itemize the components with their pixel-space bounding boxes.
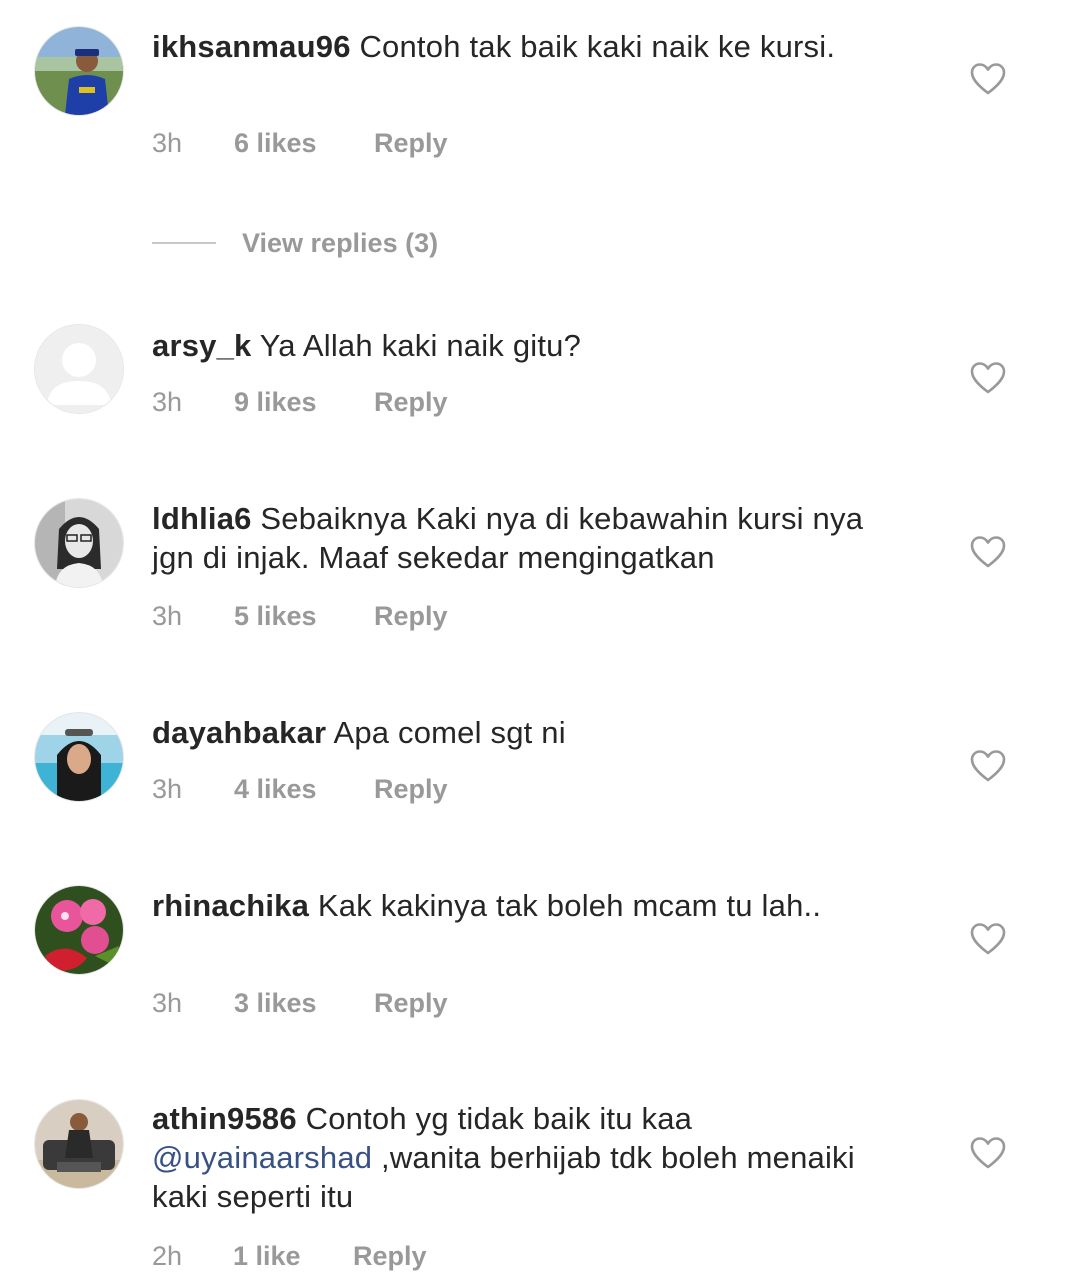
likes-count[interactable]: 3 likes [234, 987, 374, 1019]
avatar[interactable] [35, 886, 123, 974]
timestamp: 3h [152, 128, 183, 158]
comment-body: Contoh tak baik kaki naik ke kursi. [359, 29, 836, 64]
comment-text: arsy_k Ya Allah kaki naik gitu? [152, 326, 912, 365]
likes-count[interactable]: 5 likes [234, 600, 374, 632]
timestamp: 3h [152, 601, 183, 631]
heart-icon[interactable] [970, 749, 1006, 783]
mention-link[interactable]: @uyainaarshad [152, 1140, 372, 1175]
heart-icon[interactable] [970, 535, 1006, 569]
comment-meta: 3h 5 likes Reply [152, 600, 448, 632]
comment-text: ikhsanmau96 Contoh tak baik kaki naik ke… [152, 27, 912, 66]
heart-icon[interactable] [970, 62, 1006, 96]
username[interactable]: rhinachika [152, 888, 309, 923]
comment-meta: 2h 1 like Reply [152, 1240, 427, 1272]
likes-count[interactable]: 9 likes [234, 386, 374, 418]
comment-meta: 3h 4 likes Reply [152, 773, 448, 805]
comment-meta: 3h 6 likes Reply [152, 127, 448, 159]
likes-count[interactable]: 4 likes [234, 773, 374, 805]
comment-body: Contoh yg tidak baik itu kaa [305, 1101, 693, 1136]
reply-button[interactable]: Reply [353, 1240, 427, 1272]
comment-body: Sebaiknya Kaki nya di kebawahin kursi ny… [152, 501, 864, 575]
timestamp: 2h [152, 1241, 183, 1271]
comment-text: dayahbakar Apa comel sgt ni [152, 713, 912, 752]
likes-count[interactable]: 6 likes [234, 127, 374, 159]
reply-button[interactable]: Reply [374, 386, 448, 418]
comment-meta: 3h 3 likes Reply [152, 987, 448, 1019]
username[interactable]: athin9586 [152, 1101, 297, 1136]
comment-text: athin9586 Contoh yg tidak baik itu kaa @… [152, 1099, 912, 1216]
replies-divider [152, 242, 216, 244]
avatar[interactable] [35, 499, 123, 587]
avatar[interactable] [35, 27, 123, 115]
likes-count[interactable]: 1 like [233, 1240, 353, 1272]
comment-body: Apa comel sgt ni [333, 715, 566, 750]
reply-button[interactable]: Reply [374, 987, 448, 1019]
reply-button[interactable]: Reply [374, 773, 448, 805]
avatar[interactable] [35, 1100, 123, 1188]
default-avatar-icon[interactable] [35, 325, 123, 413]
heart-icon[interactable] [970, 361, 1006, 395]
avatar[interactable] [35, 713, 123, 801]
heart-icon[interactable] [970, 922, 1006, 956]
username[interactable]: ldhlia6 [152, 501, 252, 536]
comment-body: Ya Allah kaki naik gitu? [259, 328, 582, 363]
comment-text: rhinachika Kak kakinya tak boleh mcam tu… [152, 886, 912, 925]
comment-body: Kak kakinya tak boleh mcam tu lah.. [317, 888, 822, 923]
comment-text: ldhlia6 Sebaiknya Kaki nya di kebawahin … [152, 499, 912, 577]
heart-icon[interactable] [970, 1136, 1006, 1170]
reply-button[interactable]: Reply [374, 127, 448, 159]
username[interactable]: arsy_k [152, 328, 251, 363]
username[interactable]: dayahbakar [152, 715, 326, 750]
timestamp: 3h [152, 988, 183, 1018]
reply-button[interactable]: Reply [374, 600, 448, 632]
comment-meta: 3h 9 likes Reply [152, 386, 448, 418]
timestamp: 3h [152, 774, 183, 804]
timestamp: 3h [152, 387, 183, 417]
username[interactable]: ikhsanmau96 [152, 29, 351, 64]
view-replies-label[interactable]: View replies (3) [242, 228, 438, 259]
view-replies-button[interactable]: View replies (3) [152, 226, 438, 260]
